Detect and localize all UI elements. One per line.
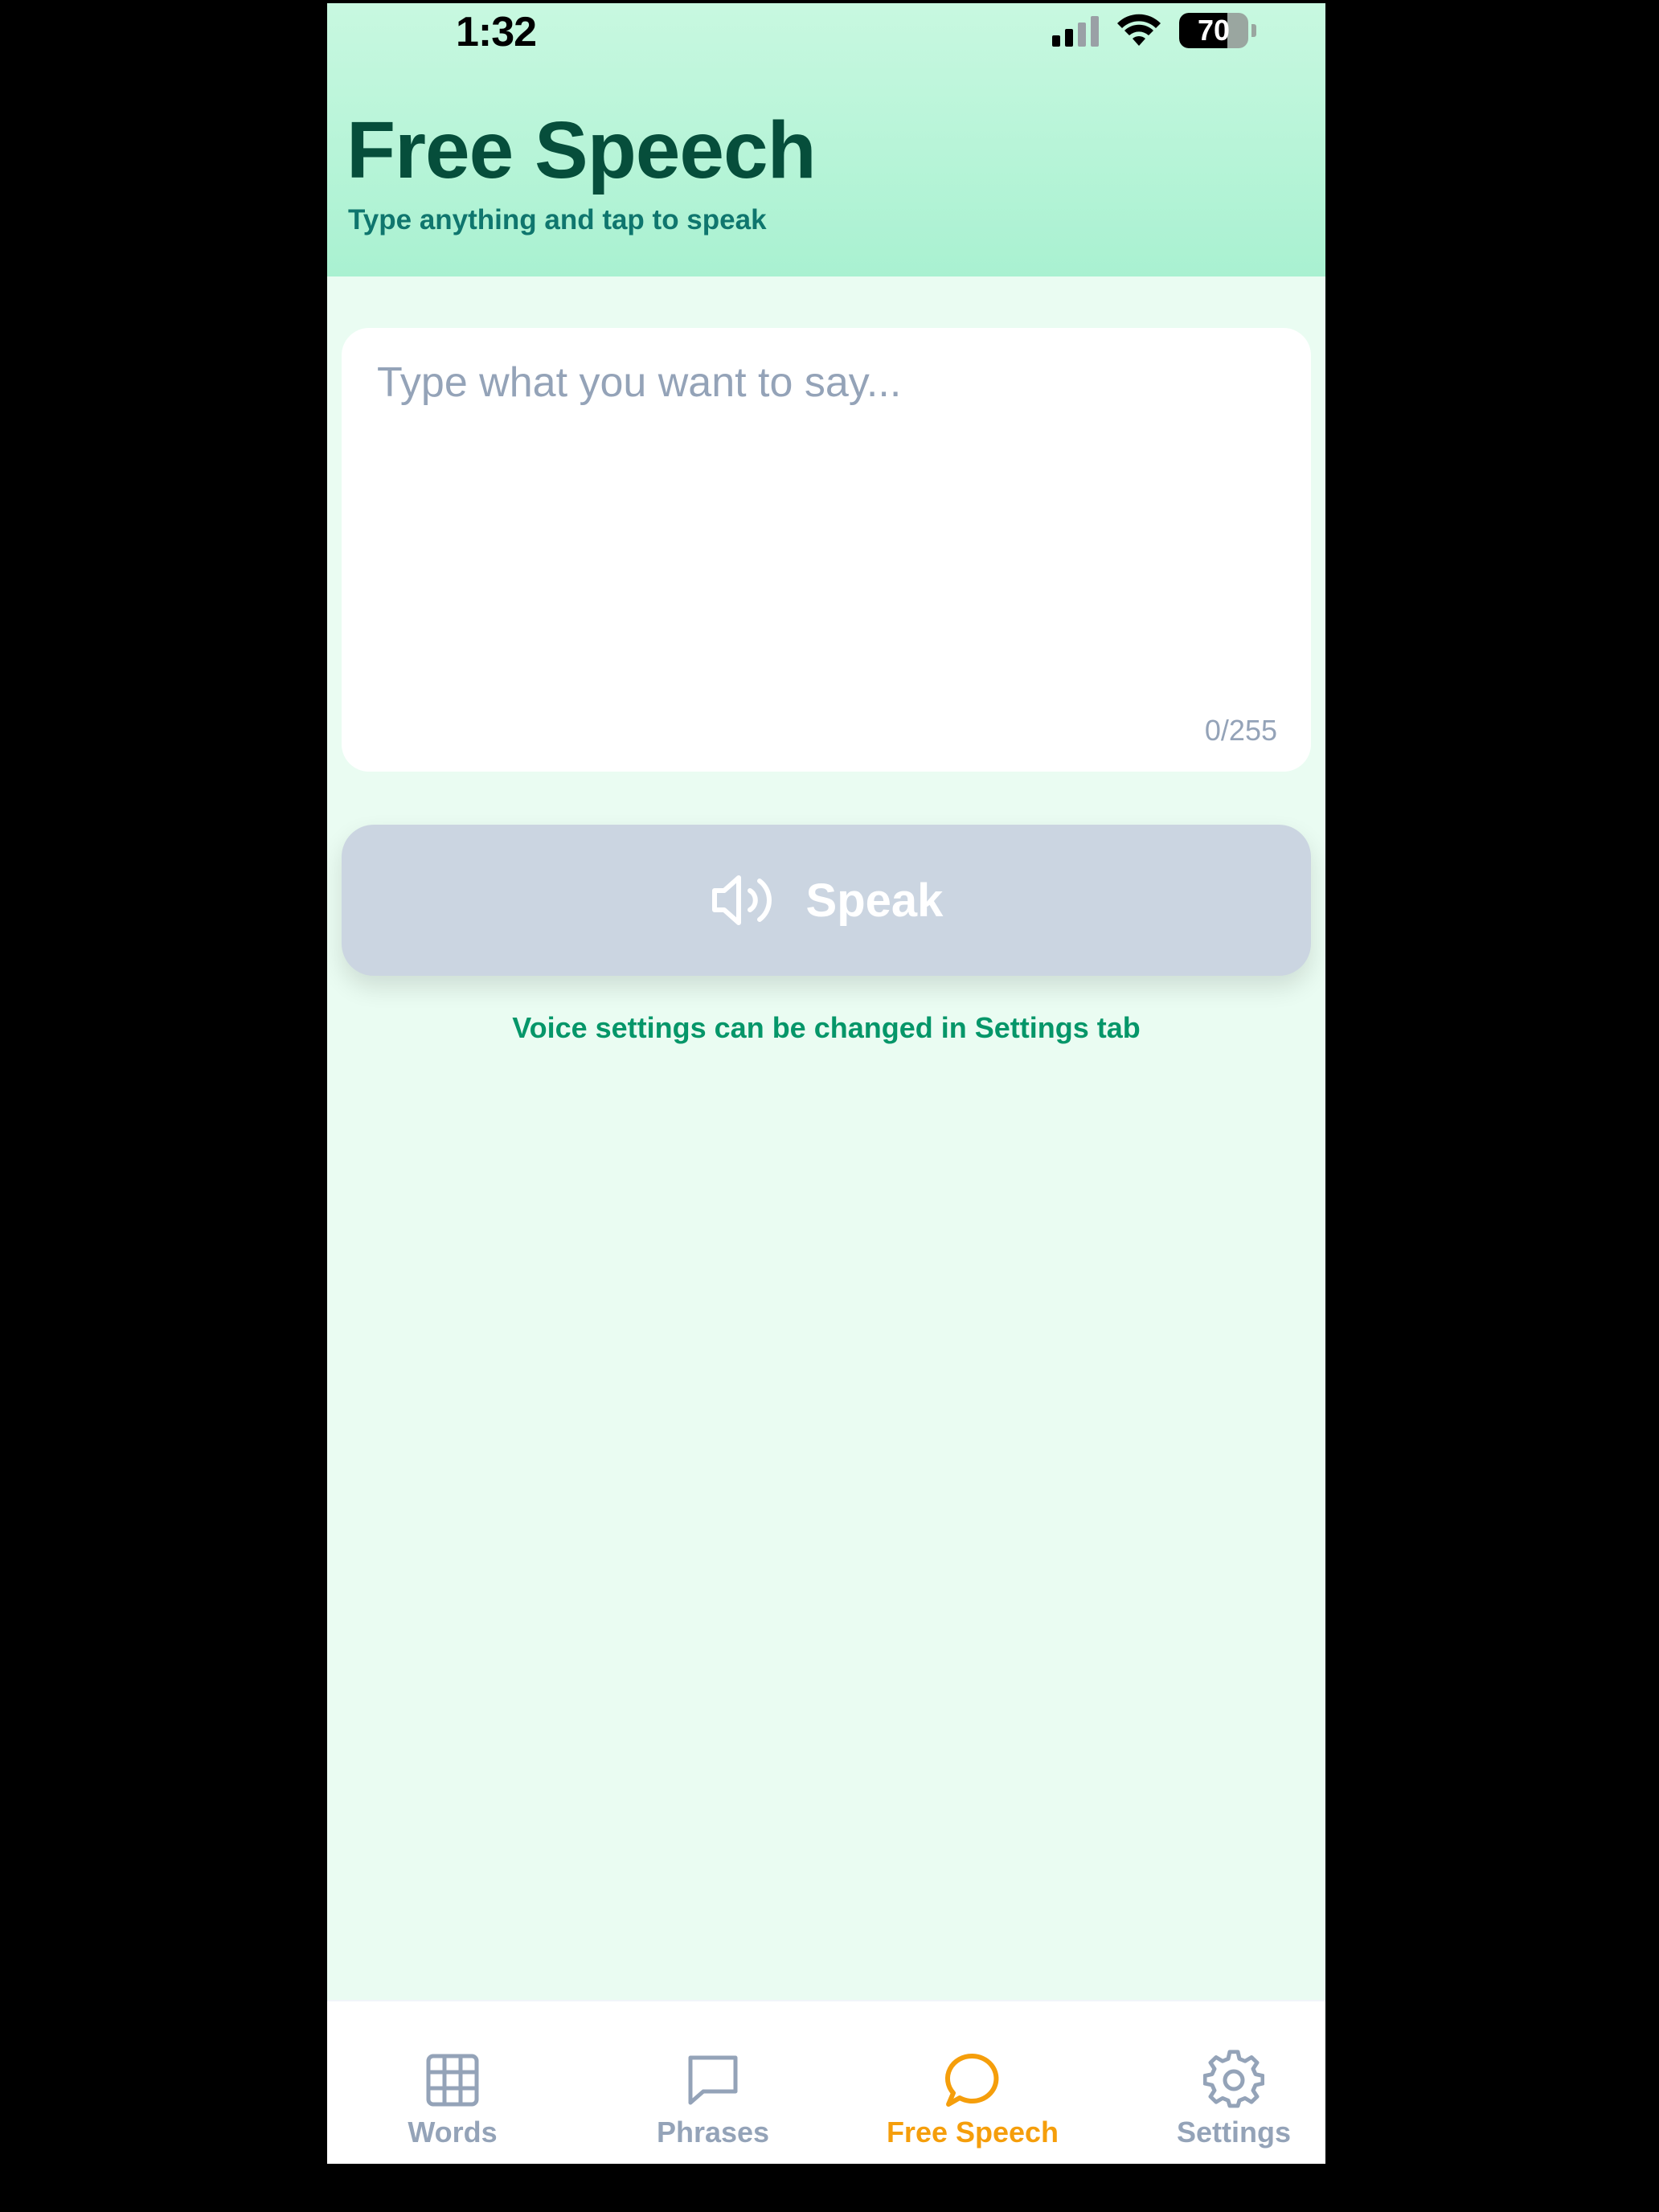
tab-free-speech[interactable]: Free Speech: [852, 2050, 1093, 2149]
tab-words-label: Words: [408, 2116, 498, 2149]
voice-settings-hint: Voice settings can be changed in Setting…: [512, 1011, 1141, 1044]
page-title: Free Speech: [346, 105, 817, 195]
speech-bubble-icon: [944, 2053, 999, 2107]
grid-icon: [426, 2054, 479, 2107]
speech-input-card: 0/255: [342, 328, 1311, 772]
speak-button-label: Speak: [805, 874, 944, 927]
tab-phrases[interactable]: Phrases: [592, 2050, 834, 2149]
gear-icon: [1203, 2050, 1264, 2108]
wifi-icon: [1117, 14, 1161, 46]
page-subtitle: Type anything and tap to speak: [348, 204, 767, 236]
status-time: 1:32: [456, 9, 537, 55]
character-counter: 0/255: [1204, 714, 1277, 747]
tab-settings[interactable]: Settings: [1113, 2050, 1325, 2149]
tab-bar: Words Phrases Free Speech Settings: [327, 2000, 1325, 2164]
status-icons: 70: [1052, 13, 1256, 48]
tab-settings-label: Settings: [1176, 2116, 1291, 2149]
header: 1:32 70 Free Speech Type anything and ta…: [327, 3, 1325, 276]
chat-bubble-icon: [688, 2055, 738, 2105]
tab-phrases-label: Phrases: [656, 2116, 770, 2149]
tab-words[interactable]: Words: [332, 2050, 573, 2149]
speech-input[interactable]: [375, 357, 1279, 698]
speak-button[interactable]: Speak: [342, 825, 1311, 976]
battery-tip: [1251, 24, 1256, 37]
battery-level: 70: [1197, 14, 1231, 47]
battery-icon: 70: [1179, 13, 1248, 48]
speaker-icon: [711, 875, 772, 925]
cellular-signal-icon: [1052, 14, 1099, 47]
tab-free-speech-label: Free Speech: [886, 2116, 1059, 2149]
app-screen: 1:32 70 Free Speech Type anything and ta…: [327, 3, 1325, 2164]
